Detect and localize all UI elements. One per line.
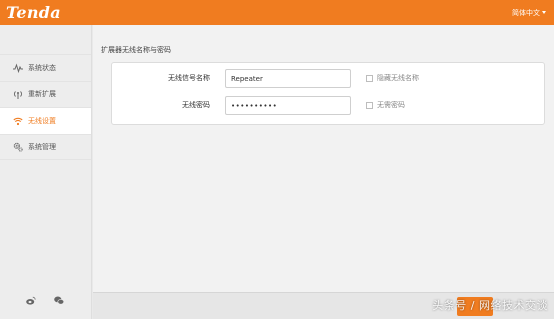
sidebar-item-wireless-settings[interactable]: 无线设置 xyxy=(0,107,91,134)
password-row: 无线密码 无需密码 xyxy=(112,95,544,115)
social-links xyxy=(26,296,64,305)
section-title: 扩展器无线名称与密码 xyxy=(101,46,171,54)
antenna-icon xyxy=(13,89,23,100)
pulse-icon xyxy=(13,63,23,73)
checkbox-icon xyxy=(366,74,373,82)
sidebar-item-label: 重新扩展 xyxy=(28,90,56,99)
password-label: 无线密码 xyxy=(182,101,210,109)
sidebar-item-label: 系统状态 xyxy=(28,63,56,72)
weibo-icon[interactable] xyxy=(26,296,36,305)
sidebar-menu: 系统状态 重新扩展 无线设置 系统管理 xyxy=(0,54,91,160)
sidebar: 系统状态 重新扩展 无线设置 系统管理 xyxy=(0,25,92,319)
tenda-logo: Tenda xyxy=(6,3,61,22)
sidebar-item-system-status[interactable]: 系统状态 xyxy=(0,54,91,81)
ssid-label: 无线信号名称 xyxy=(168,74,210,82)
language-selector[interactable]: 简体中文 xyxy=(512,8,546,18)
password-input[interactable] xyxy=(225,96,351,115)
language-label: 简体中文 xyxy=(512,8,540,17)
main-content: 扩展器无线名称与密码 无线信号名称 隐藏无线名称 无线密码 无需密码 xyxy=(93,25,554,319)
wifi-icon xyxy=(13,116,23,126)
hide-ssid-label: 隐藏无线名称 xyxy=(377,74,419,82)
sidebar-item-system-management[interactable]: 系统管理 xyxy=(0,133,91,160)
wechat-icon[interactable] xyxy=(54,296,64,305)
checkbox-icon xyxy=(366,101,373,109)
ssid-input[interactable] xyxy=(225,69,351,88)
sidebar-item-re-extend[interactable]: 重新扩展 xyxy=(0,80,91,108)
wireless-settings-panel: 无线信号名称 隐藏无线名称 无线密码 无需密码 xyxy=(111,62,545,125)
hide-ssid-checkbox[interactable]: 隐藏无线名称 xyxy=(366,68,419,88)
no-password-checkbox[interactable]: 无需密码 xyxy=(366,95,405,115)
no-password-label: 无需密码 xyxy=(377,101,405,109)
gear-icon xyxy=(13,142,23,152)
chevron-down-icon xyxy=(542,11,546,14)
watermark: 头条号 / 网络技术交谈 xyxy=(432,299,548,312)
sidebar-item-label: 系统管理 xyxy=(28,142,56,151)
ssid-row: 无线信号名称 隐藏无线名称 xyxy=(112,68,544,88)
top-header: Tenda 简体中文 xyxy=(0,0,554,25)
sidebar-item-label: 无线设置 xyxy=(28,116,56,125)
